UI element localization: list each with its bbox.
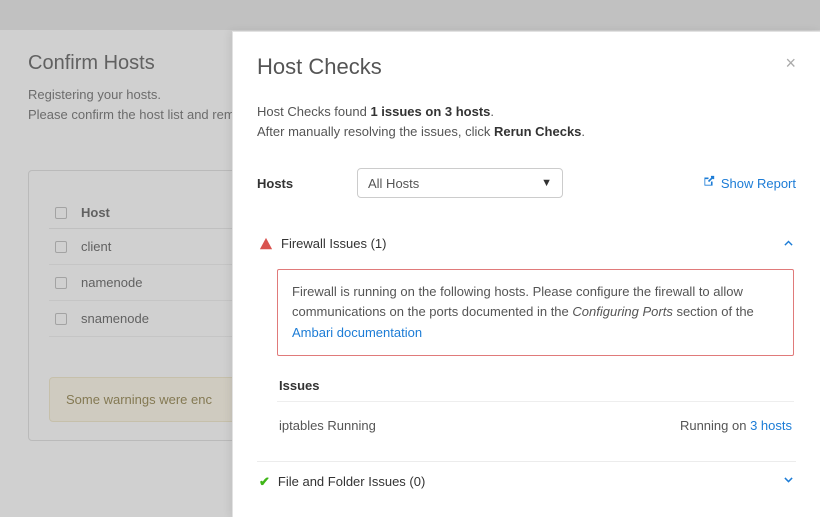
firewall-warn-mid: section of the <box>673 304 754 319</box>
chevron-up-icon <box>783 237 794 251</box>
hosts-filter-row: Hosts All Hosts ▼ Show Report <box>257 168 796 198</box>
hosts-select[interactable]: All Hosts ▼ <box>357 168 563 198</box>
firewall-issues-title: Firewall Issues (1) <box>281 236 386 251</box>
warning-triangle-icon <box>259 237 273 251</box>
check-icon: ✔ <box>259 474 270 490</box>
hosts-select-value: All Hosts <box>368 176 419 191</box>
modal-title: Host Checks <box>257 54 382 80</box>
firewall-warn-em: Configuring Ports <box>572 304 672 319</box>
ambari-doc-link[interactable]: Ambari documentation <box>292 325 422 340</box>
issue-status-prefix: Running on <box>680 418 750 433</box>
show-report-label: Show Report <box>721 176 796 191</box>
file-folder-issues-section: ✔ File and Folder Issues (0) <box>257 462 796 502</box>
summary-issues-count: 1 issues on 3 hosts <box>370 104 490 119</box>
issue-hosts-link[interactable]: 3 hosts <box>750 418 792 433</box>
firewall-issues-header[interactable]: Firewall Issues (1) <box>259 224 794 263</box>
firewall-warning-box: Firewall is running on the following hos… <box>277 269 794 355</box>
issue-name: iptables Running <box>279 418 376 433</box>
close-icon[interactable]: × <box>785 54 796 72</box>
chevron-down-icon: ▼ <box>541 177 552 189</box>
summary-after: After manually resolving the issues, cli… <box>257 124 494 139</box>
chevron-down-icon <box>783 475 794 489</box>
file-folder-issues-header[interactable]: ✔ File and Folder Issues (0) <box>259 462 794 502</box>
file-folder-issues-title: File and Folder Issues (0) <box>278 474 425 489</box>
modal-summary: Host Checks found 1 issues on 3 hosts. A… <box>257 102 796 142</box>
summary-prefix: Host Checks found <box>257 104 370 119</box>
show-report-link[interactable]: Show Report <box>702 175 796 191</box>
summary-action: Rerun Checks <box>494 124 581 139</box>
issues-header: Issues <box>277 370 794 402</box>
host-checks-modal: Host Checks × Host Checks found 1 issues… <box>232 31 820 517</box>
issue-row: iptables Running Running on 3 hosts <box>277 402 794 437</box>
hosts-filter-label: Hosts <box>257 176 357 191</box>
firewall-issues-section: Firewall Issues (1) Firewall is running … <box>257 224 796 461</box>
firewall-issues-body: Firewall is running on the following hos… <box>259 263 794 460</box>
external-link-icon <box>702 175 715 191</box>
